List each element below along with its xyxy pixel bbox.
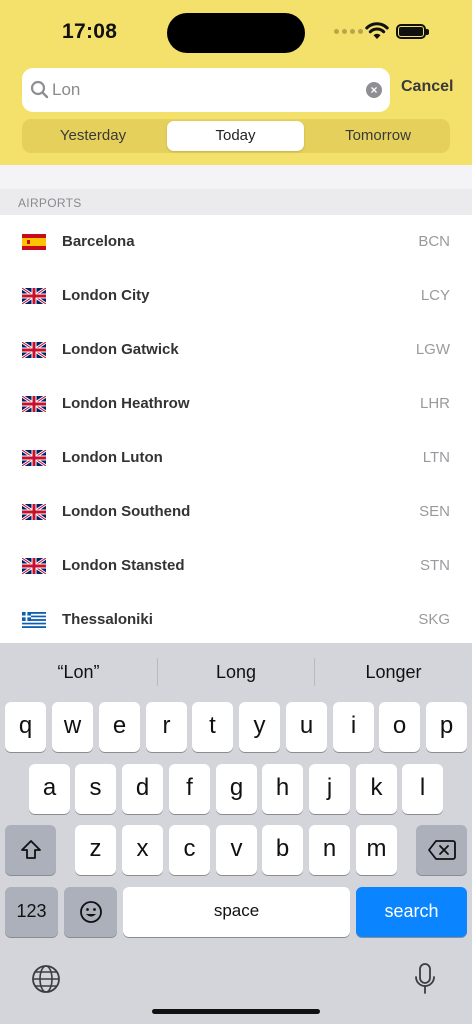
search-key[interactable]: search [356, 887, 467, 937]
key-p[interactable]: p [426, 702, 467, 752]
airport-code: LGW [415, 341, 450, 358]
shift-key[interactable] [5, 825, 56, 875]
microphone-icon[interactable] [413, 962, 437, 996]
backspace-key[interactable] [416, 825, 467, 875]
uk-flag-icon [22, 342, 46, 358]
status-time: 17:08 [62, 20, 118, 43]
airport-name: London Heathrow [62, 395, 190, 412]
key-h[interactable]: h [262, 764, 303, 814]
key-w[interactable]: w [52, 702, 93, 752]
key-a[interactable]: a [29, 764, 70, 814]
section-title: AIRPORTS [18, 196, 82, 210]
uk-flag-icon [22, 288, 46, 304]
key-n[interactable]: n [309, 825, 350, 875]
airport-row[interactable]: London Luton LTN [0, 431, 472, 485]
suggestion-1[interactable]: “Lon” [0, 643, 157, 701]
search-icon [30, 80, 49, 99]
search-input[interactable] [52, 68, 352, 112]
cellular-signal-icon [334, 29, 363, 34]
airport-row[interactable]: London Stansted STN [0, 539, 472, 593]
status-icons [334, 20, 434, 44]
airport-name: London Stansted [62, 557, 185, 574]
key-q[interactable]: q [5, 702, 46, 752]
airport-code: STN [420, 557, 450, 574]
search-box[interactable]: × [22, 68, 390, 112]
suggestion-3[interactable]: Longer [315, 643, 472, 701]
dynamic-island [167, 13, 305, 53]
airport-code: SKG [418, 611, 450, 628]
list-top-spacer [0, 165, 472, 189]
airport-row[interactable]: Thessaloniki SKG [0, 593, 472, 647]
battery-icon [396, 24, 429, 39]
key-f[interactable]: f [169, 764, 210, 814]
key-y[interactable]: y [239, 702, 280, 752]
airport-code: BCN [418, 233, 450, 250]
uk-flag-icon [22, 396, 46, 412]
airport-code: LHR [419, 395, 450, 412]
key-t[interactable]: t [192, 702, 233, 752]
keyboard: “Lon” Long Longer q w e r t y u i o p a … [0, 643, 472, 1024]
key-o[interactable]: o [379, 702, 420, 752]
section-header: AIRPORTS [0, 189, 472, 215]
airport-code: LTN [422, 449, 450, 466]
suggestion-2[interactable]: Long [158, 643, 314, 701]
key-k[interactable]: k [356, 764, 397, 814]
shift-icon [20, 840, 41, 859]
airport-name: London Southend [62, 503, 191, 520]
key-j[interactable]: j [309, 764, 350, 814]
home-indicator [152, 1009, 320, 1014]
key-z[interactable]: z [75, 825, 116, 875]
header: 17:08 × Cancel Yesterday Today Tomorrow [0, 0, 472, 165]
uk-flag-icon [22, 558, 46, 574]
space-key[interactable]: space [123, 887, 350, 937]
key-x[interactable]: x [122, 825, 163, 875]
spain-flag-icon [22, 234, 46, 250]
airport-row[interactable]: London City LCY [0, 269, 472, 323]
tab-yesterday[interactable]: Yesterday [24, 121, 162, 151]
airport-row[interactable]: London Gatwick LGW [0, 323, 472, 377]
airport-name: London Gatwick [62, 341, 179, 358]
airport-name: London Luton [62, 449, 163, 466]
airport-name: London City [62, 287, 150, 304]
uk-flag-icon [22, 504, 46, 520]
key-v[interactable]: v [216, 825, 257, 875]
airport-code: LCY [420, 287, 450, 304]
wifi-icon [365, 22, 389, 39]
tab-today[interactable]: Today [167, 121, 304, 151]
key-c[interactable]: c [169, 825, 210, 875]
backspace-icon [427, 840, 456, 860]
uk-flag-icon [22, 450, 46, 466]
suggestion-bar: “Lon” Long Longer [0, 643, 472, 701]
emoji-icon [79, 901, 102, 923]
airport-code: SEN [419, 503, 450, 520]
airport-name: Thessaloniki [62, 611, 153, 628]
day-segmented-control: Yesterday Today Tomorrow [22, 119, 450, 153]
airport-row[interactable]: Barcelona BCN [0, 215, 472, 269]
emoji-key[interactable] [64, 887, 117, 937]
key-m[interactable]: m [356, 825, 397, 875]
globe-icon[interactable] [31, 964, 61, 994]
key-b[interactable]: b [262, 825, 303, 875]
key-r[interactable]: r [146, 702, 187, 752]
airport-row[interactable]: London Heathrow LHR [0, 377, 472, 431]
clear-search-icon[interactable]: × [366, 82, 382, 98]
airport-row[interactable]: London Southend SEN [0, 485, 472, 539]
airport-name: Barcelona [62, 233, 135, 250]
key-e[interactable]: e [99, 702, 140, 752]
key-u[interactable]: u [286, 702, 327, 752]
key-g[interactable]: g [216, 764, 257, 814]
key-i[interactable]: i [333, 702, 374, 752]
greece-flag-icon [22, 612, 46, 628]
key-l[interactable]: l [402, 764, 443, 814]
key-s[interactable]: s [75, 764, 116, 814]
cancel-button[interactable]: Cancel [401, 78, 453, 96]
numbers-key[interactable]: 123 [5, 887, 58, 937]
key-d[interactable]: d [122, 764, 163, 814]
tab-tomorrow[interactable]: Tomorrow [308, 121, 448, 151]
